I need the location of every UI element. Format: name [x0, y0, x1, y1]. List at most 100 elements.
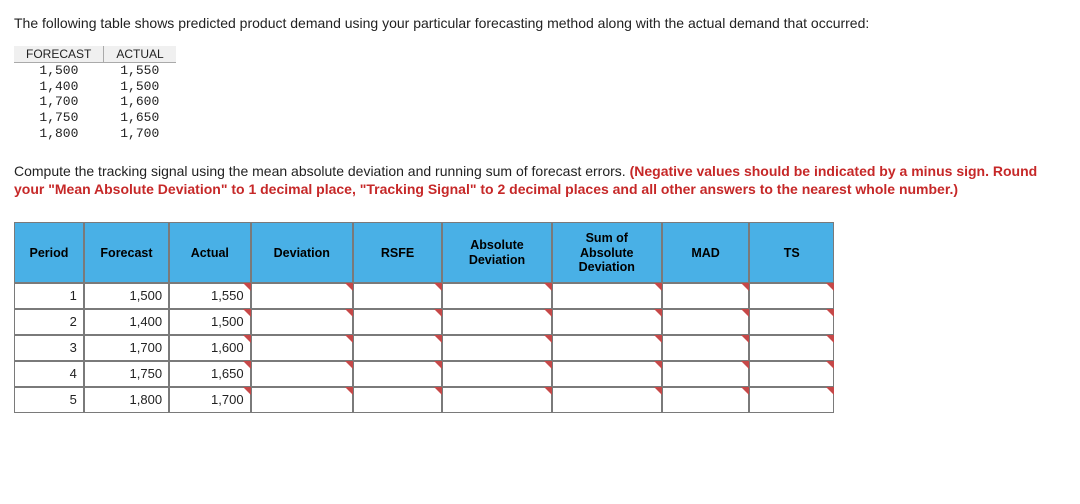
sad-cell[interactable]	[552, 309, 662, 335]
fa-row: 1,800 1,700	[14, 126, 176, 142]
fa-header-actual: ACTUAL	[104, 46, 176, 63]
forecast-cell[interactable]: 1,800	[84, 387, 169, 413]
forecast-cell[interactable]: 1,700	[84, 335, 169, 361]
deviation-cell-value	[252, 336, 352, 360]
rsfe-cell-value	[354, 284, 441, 308]
rsfe-cell[interactable]	[353, 361, 442, 387]
answer-row: 11,5001,550	[14, 283, 834, 309]
absdev-cell-value	[443, 310, 551, 334]
mad-cell[interactable]	[662, 335, 750, 361]
fa-actual: 1,550	[104, 63, 176, 79]
sad-cell-value	[553, 336, 661, 360]
answers-table: Period Forecast Actual Deviation RSFE Ab…	[14, 222, 834, 413]
sad-cell-value	[553, 388, 661, 412]
intro-text: The following table shows predicted prod…	[14, 14, 1066, 32]
absdev-cell[interactable]	[442, 387, 552, 413]
rsfe-cell-value	[354, 362, 441, 386]
actual-cell[interactable]: 1,650	[169, 361, 251, 387]
forecast-cell[interactable]: 1,750	[84, 361, 169, 387]
period-cell[interactable]: 2	[14, 309, 84, 335]
forecast-cell[interactable]: 1,500	[84, 283, 169, 309]
fa-row: 1,750 1,650	[14, 110, 176, 126]
mad-cell-value	[663, 362, 749, 386]
sad-cell[interactable]	[552, 283, 662, 309]
fa-actual: 1,700	[104, 126, 176, 142]
fa-forecast: 1,400	[14, 79, 104, 95]
ts-cell[interactable]	[749, 361, 834, 387]
fa-forecast: 1,700	[14, 94, 104, 110]
fa-actual: 1,600	[104, 94, 176, 110]
actual-cell[interactable]: 1,550	[169, 283, 251, 309]
sad-cell[interactable]	[552, 361, 662, 387]
fa-forecast: 1,800	[14, 126, 104, 142]
forecast-cell[interactable]: 1,400	[84, 309, 169, 335]
rsfe-cell[interactable]	[353, 309, 442, 335]
absdev-cell-value	[443, 336, 551, 360]
hdr-deviation: Deviation	[251, 222, 353, 283]
actual-cell-value: 1,550	[170, 284, 250, 308]
period-cell[interactable]: 3	[14, 335, 84, 361]
rsfe-cell-value	[354, 388, 441, 412]
forecast-cell-value: 1,400	[85, 310, 168, 334]
hdr-actual: Actual	[169, 222, 251, 283]
ts-cell-value	[750, 388, 833, 412]
ts-cell-value	[750, 284, 833, 308]
rsfe-cell-value	[354, 310, 441, 334]
sad-cell[interactable]	[552, 335, 662, 361]
deviation-cell-value	[252, 362, 352, 386]
deviation-cell[interactable]	[251, 283, 353, 309]
period-cell-value: 3	[15, 336, 83, 360]
forecast-cell-value: 1,750	[85, 362, 168, 386]
fa-row: 1,400 1,500	[14, 79, 176, 95]
hdr-forecast: Forecast	[84, 222, 169, 283]
mad-cell[interactable]	[662, 309, 750, 335]
absdev-cell-value	[443, 388, 551, 412]
absdev-cell-value	[443, 362, 551, 386]
rsfe-cell[interactable]	[353, 283, 442, 309]
sad-cell[interactable]	[552, 387, 662, 413]
mad-cell[interactable]	[662, 387, 750, 413]
ts-cell-value	[750, 362, 833, 386]
rsfe-cell[interactable]	[353, 387, 442, 413]
absdev-cell[interactable]	[442, 283, 552, 309]
mad-cell-value	[663, 388, 749, 412]
ts-cell[interactable]	[749, 309, 834, 335]
ts-cell[interactable]	[749, 387, 834, 413]
fa-header-forecast: FORECAST	[14, 46, 104, 63]
period-cell[interactable]: 4	[14, 361, 84, 387]
instruction-plain: Compute the tracking signal using the me…	[14, 163, 630, 179]
actual-cell[interactable]: 1,600	[169, 335, 251, 361]
ts-cell[interactable]	[749, 283, 834, 309]
rsfe-cell-value	[354, 336, 441, 360]
deviation-cell[interactable]	[251, 361, 353, 387]
sad-cell-value	[553, 362, 661, 386]
fa-actual: 1,650	[104, 110, 176, 126]
absdev-cell[interactable]	[442, 335, 552, 361]
ts-cell[interactable]	[749, 335, 834, 361]
sad-cell-value	[553, 310, 661, 334]
fa-forecast: 1,500	[14, 63, 104, 79]
mad-cell-value	[663, 284, 749, 308]
actual-cell[interactable]: 1,500	[169, 309, 251, 335]
actual-cell[interactable]: 1,700	[169, 387, 251, 413]
rsfe-cell[interactable]	[353, 335, 442, 361]
deviation-cell-value	[252, 388, 352, 412]
period-cell-value: 2	[15, 310, 83, 334]
actual-cell-value: 1,700	[170, 388, 250, 412]
hdr-mad: MAD	[662, 222, 750, 283]
absdev-cell[interactable]	[442, 309, 552, 335]
period-cell[interactable]: 1	[14, 283, 84, 309]
ts-cell-value	[750, 336, 833, 360]
period-cell[interactable]: 5	[14, 387, 84, 413]
mad-cell[interactable]	[662, 283, 750, 309]
answer-row: 41,7501,650	[14, 361, 834, 387]
mad-cell[interactable]	[662, 361, 750, 387]
absdev-cell[interactable]	[442, 361, 552, 387]
fa-row: 1,700 1,600	[14, 94, 176, 110]
deviation-cell[interactable]	[251, 335, 353, 361]
deviation-cell[interactable]	[251, 387, 353, 413]
fa-row: 1,500 1,550	[14, 63, 176, 79]
period-cell-value: 5	[15, 388, 83, 412]
hdr-period: Period	[14, 222, 84, 283]
deviation-cell[interactable]	[251, 309, 353, 335]
